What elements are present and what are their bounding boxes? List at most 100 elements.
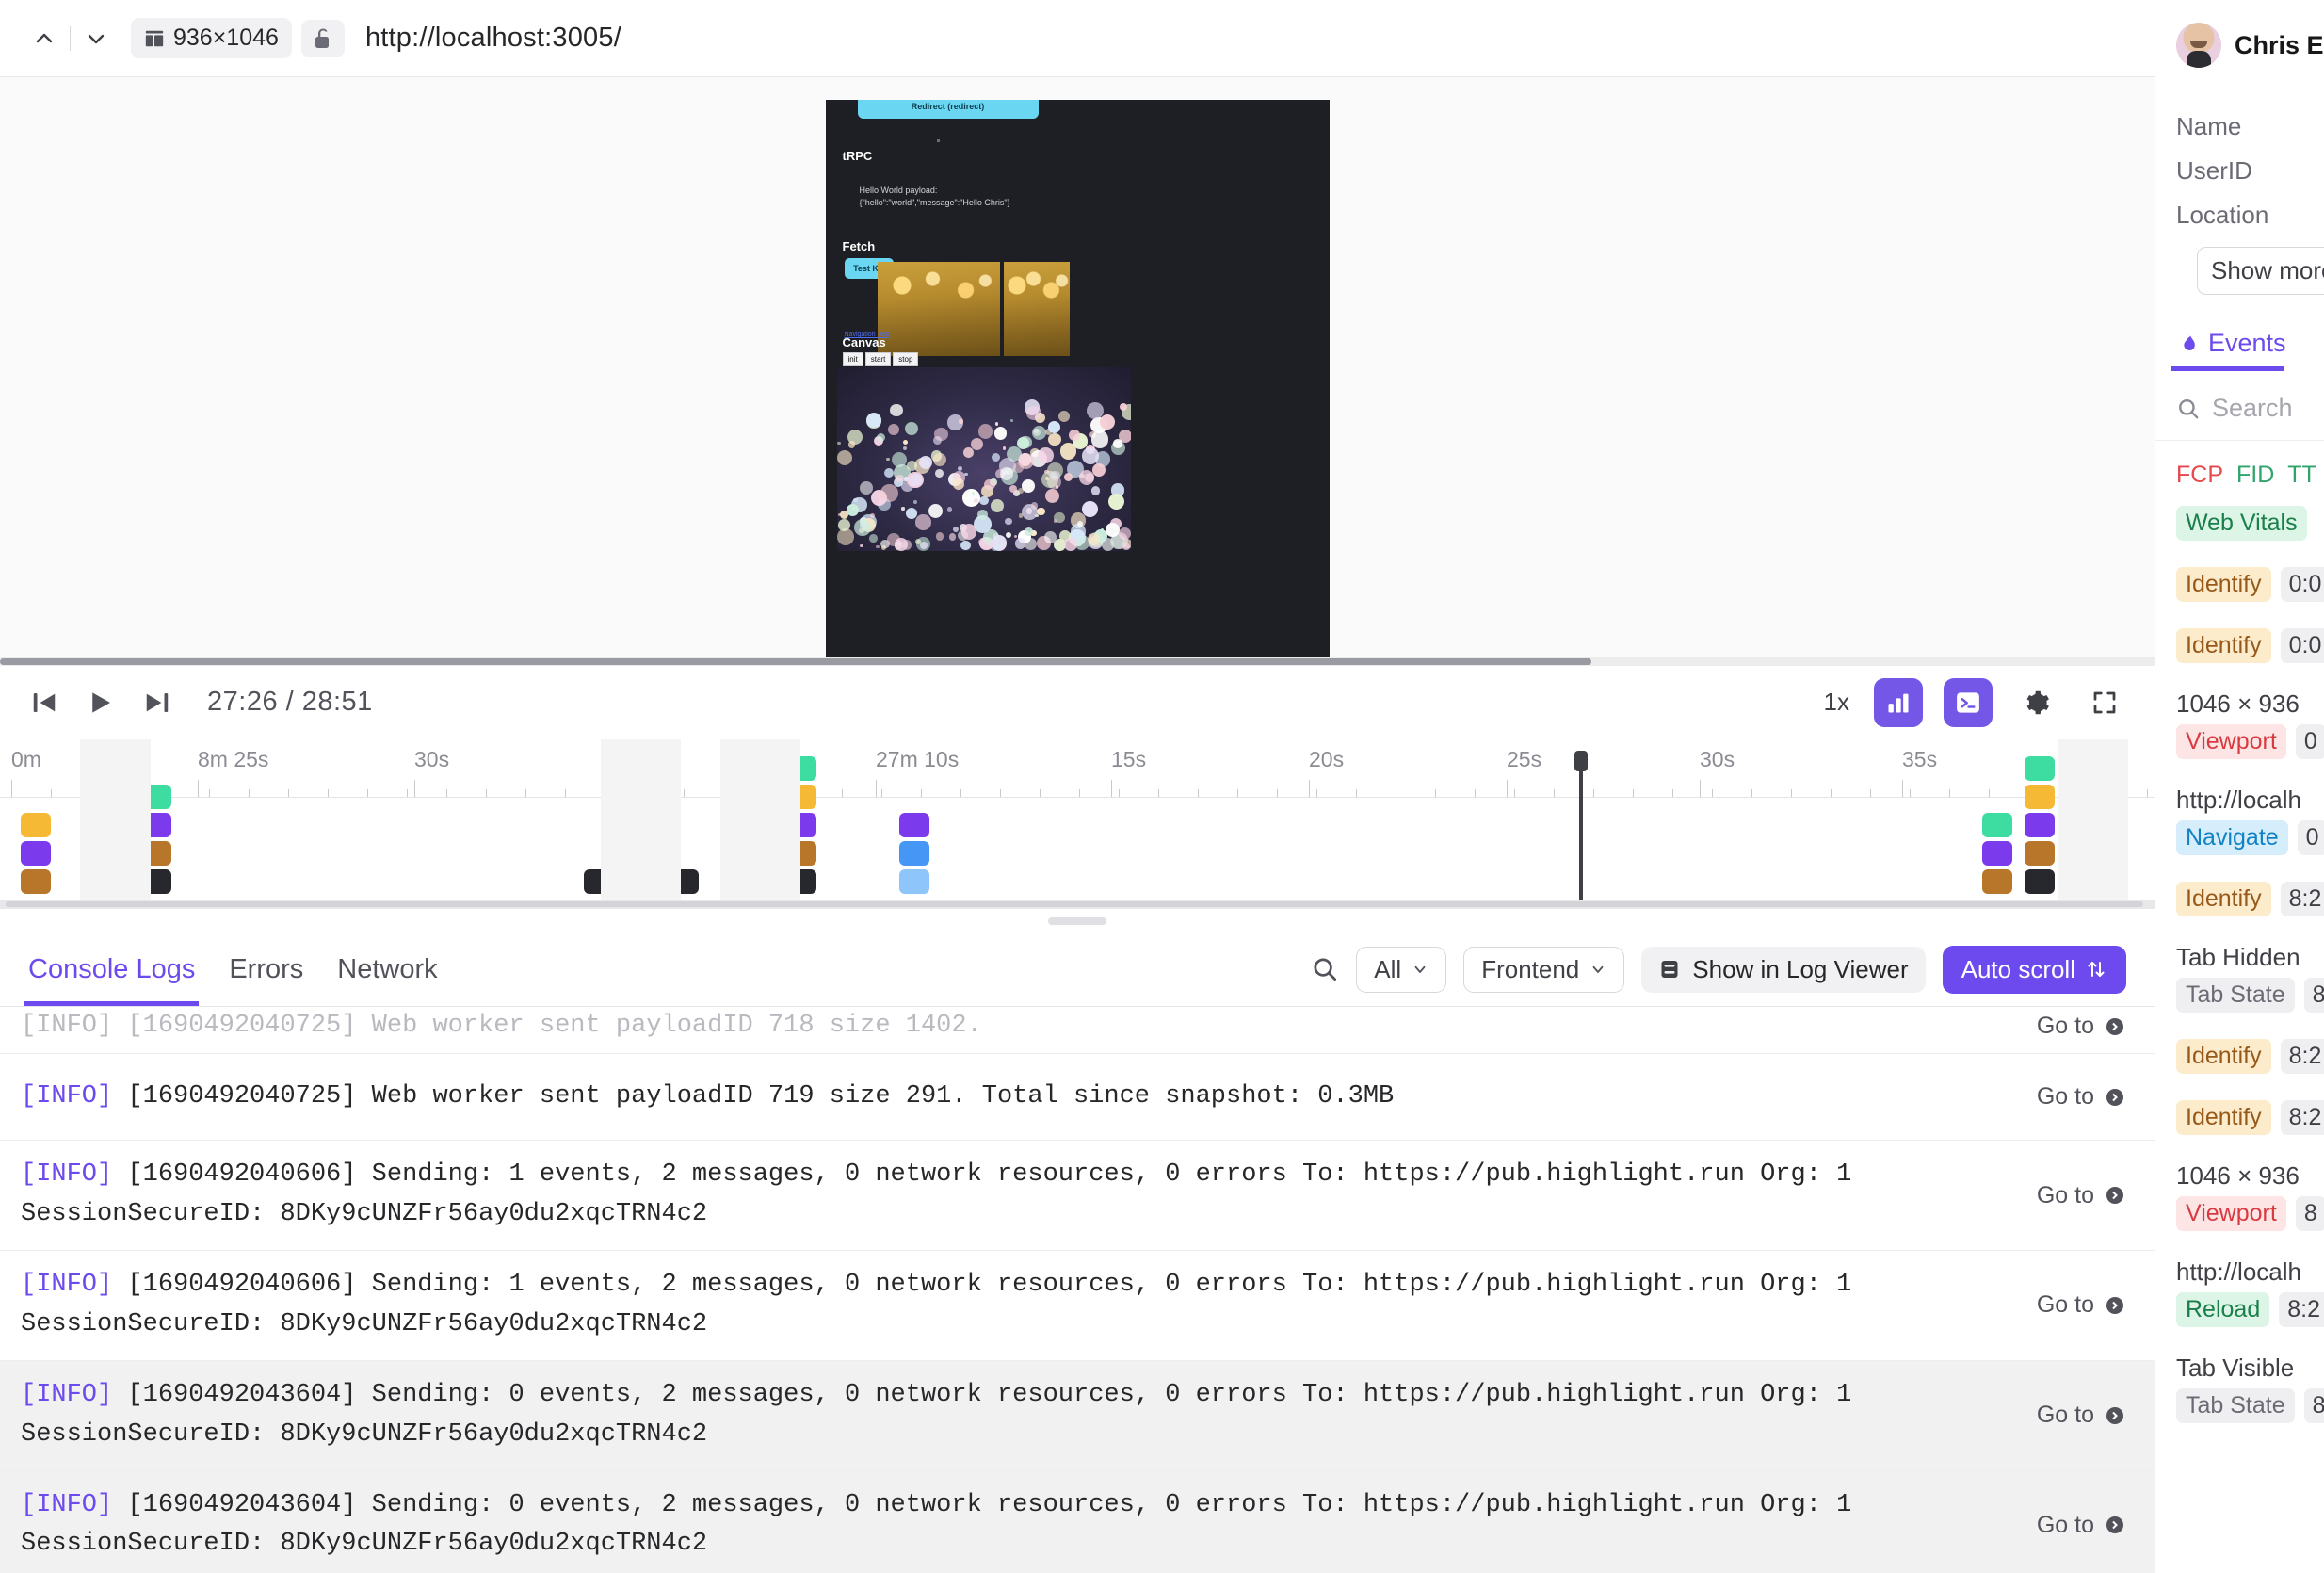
event-type-badge[interactable]: Identify: [2176, 567, 2271, 602]
timeline-event-column[interactable]: [1982, 813, 2012, 894]
url-text[interactable]: http://localhost:3005/: [365, 23, 621, 54]
skip-back-icon[interactable]: [26, 685, 62, 721]
event-type-badge[interactable]: Viewport: [2176, 1196, 2286, 1231]
event-type-badge[interactable]: Identify: [2176, 1100, 2271, 1135]
vital-fcp[interactable]: FCP: [2176, 462, 2223, 489]
session-timeline[interactable]: 0m8m 25s30s27m 10s15s20s25s30s35s: [0, 739, 2155, 900]
canvas-stop-button[interactable]: stop: [893, 352, 918, 366]
canvas-start-button[interactable]: start: [865, 352, 892, 366]
timeline-event-block[interactable]: [899, 813, 929, 837]
show-in-log-viewer-button[interactable]: Show in Log Viewer: [1641, 947, 1925, 993]
canvas-animation[interactable]: [837, 367, 1131, 551]
timeline-major-tick: [1902, 780, 1903, 797]
event-list-item[interactable]: http://localhNavigate0: [2155, 776, 2324, 872]
skip-forward-icon[interactable]: [139, 685, 175, 721]
goto-button[interactable]: Go to: [2037, 1512, 2126, 1539]
log-row[interactable]: [INFO] [1690492040725] Web worker sent p…: [0, 1054, 2155, 1141]
timeline-event-block[interactable]: [21, 841, 51, 866]
play-icon[interactable]: [83, 685, 119, 721]
timeline-event-block[interactable]: [2025, 869, 2055, 894]
event-type-badge[interactable]: Tab State: [2176, 1388, 2295, 1423]
log-level-filter[interactable]: All: [1356, 947, 1446, 993]
event-list-item[interactable]: Identify0:0: [2155, 619, 2324, 680]
event-type-badge[interactable]: Web Vitals: [2176, 506, 2307, 541]
session-viewport[interactable]: Redirect (redirect) tRPC Hello World pay…: [0, 77, 2155, 657]
goto-button[interactable]: Go to: [2037, 1083, 2126, 1111]
scrollbar-thumb[interactable]: [0, 658, 1591, 665]
events-search[interactable]: Search: [2155, 371, 2324, 441]
event-list-item[interactable]: 1046 × 936Viewport8: [2155, 1152, 2324, 1248]
timeline-event-block[interactable]: [2025, 813, 2055, 837]
event-type-badge[interactable]: Identify: [2176, 1039, 2271, 1074]
tab-console-logs[interactable]: Console Logs: [28, 933, 195, 1006]
console-log-list[interactable]: [INFO] [1690492040725] Web worker sent p…: [0, 1007, 2155, 1573]
event-type-badge[interactable]: Reload: [2176, 1292, 2269, 1327]
timeline-event-column[interactable]: [899, 813, 929, 894]
canvas-init-button[interactable]: init: [843, 352, 863, 366]
tab-events[interactable]: Events: [2176, 329, 2324, 371]
timeline-event-block[interactable]: [2025, 841, 2055, 866]
event-list-item[interactable]: Identify8:2: [2155, 1030, 2324, 1091]
goto-button[interactable]: Go to: [2037, 1013, 2126, 1040]
timeline-event-block[interactable]: [1982, 869, 2012, 894]
log-source-filter[interactable]: Frontend: [1463, 947, 1624, 993]
event-type-badge[interactable]: Viewport: [2176, 724, 2286, 759]
event-type-badge[interactable]: Navigate: [2176, 820, 2288, 855]
fullscreen-icon[interactable]: [2081, 679, 2128, 726]
log-row[interactable]: [INFO] [1690492043604] Sending: 0 events…: [0, 1361, 2155, 1471]
playback-speed[interactable]: 1x: [1824, 688, 1849, 717]
event-list-item[interactable]: Tab VisibleTab State8: [2155, 1344, 2324, 1440]
timeline-event-block[interactable]: [2025, 756, 2055, 781]
preview-horizontal-scrollbar[interactable]: [0, 657, 2155, 666]
timeline-scrollbar-thumb[interactable]: [6, 901, 2143, 907]
log-row[interactable]: [INFO] [1690492040725] Web worker sent p…: [0, 1007, 2155, 1055]
event-type-badge[interactable]: Tab State: [2176, 978, 2295, 1013]
timeline-event-block[interactable]: [899, 841, 929, 866]
search-icon[interactable]: [1311, 955, 1339, 983]
log-row[interactable]: [INFO] [1690492040606] Sending: 1 events…: [0, 1251, 2155, 1361]
vital-ttfb[interactable]: TT: [2287, 462, 2316, 489]
tab-network[interactable]: Network: [337, 933, 437, 1006]
chevron-down-icon[interactable]: [76, 19, 116, 58]
timeline-event-block[interactable]: [21, 869, 51, 894]
redirect-button[interactable]: Redirect (redirect): [858, 100, 1039, 119]
timeline-event-block[interactable]: [899, 869, 929, 894]
timeline-event-column[interactable]: [21, 813, 51, 894]
goto-button[interactable]: Go to: [2037, 1182, 2126, 1209]
timeline-event-block[interactable]: [2025, 785, 2055, 809]
timeline-event-block[interactable]: [1982, 813, 2012, 837]
bar-chart-icon[interactable]: [1874, 678, 1923, 727]
event-list-item[interactable]: Web Vitals: [2155, 496, 2324, 558]
log-row[interactable]: [INFO] [1690492040606] Sending: 1 events…: [0, 1141, 2155, 1251]
unlock-icon[interactable]: [301, 20, 345, 57]
auto-scroll-button[interactable]: Auto scroll: [1943, 946, 2126, 994]
event-type-badge[interactable]: Identify: [2176, 628, 2271, 663]
show-more-button[interactable]: Show more: [2197, 247, 2324, 295]
timeline-event-block[interactable]: [1982, 841, 2012, 866]
timeline-scrollbar[interactable]: [0, 900, 2155, 909]
timeline-events-track[interactable]: [0, 798, 2155, 898]
event-list-item[interactable]: Identify8:2: [2155, 1091, 2324, 1152]
events-list[interactable]: Web VitalsIdentify0:0Identify0:01046 × 9…: [2155, 496, 2324, 1573]
event-list-item[interactable]: 1046 × 936Viewport0: [2155, 680, 2324, 776]
timeline-event-block[interactable]: [21, 813, 51, 837]
event-list-item[interactable]: Tab HiddenTab State8: [2155, 933, 2324, 1030]
timeline-playhead[interactable]: [1579, 753, 1583, 900]
timeline-ruler[interactable]: [0, 777, 2155, 798]
gear-icon[interactable]: [2013, 679, 2060, 726]
chevron-up-icon[interactable]: [24, 19, 64, 58]
goto-button[interactable]: Go to: [2037, 1291, 2126, 1319]
tab-errors[interactable]: Errors: [229, 933, 303, 1006]
event-list-item[interactable]: Identify0:0: [2155, 558, 2324, 619]
goto-button[interactable]: Go to: [2037, 1402, 2126, 1429]
terminal-icon[interactable]: [1944, 678, 1993, 727]
viewport-dimensions-badge[interactable]: 936×1046: [131, 18, 292, 58]
event-type-badge[interactable]: Identify: [2176, 882, 2271, 916]
event-list-item[interactable]: Identify8:2: [2155, 872, 2324, 933]
event-list-item[interactable]: http://localhReload8:2: [2155, 1248, 2324, 1344]
vital-fid[interactable]: FID: [2236, 462, 2274, 489]
timeline-event-column[interactable]: [2025, 756, 2055, 894]
panel-drag-handle[interactable]: [1048, 917, 1106, 925]
log-row[interactable]: [INFO] [1690492043604] Sending: 0 events…: [0, 1471, 2155, 1573]
user-header[interactable]: Chris E: [2155, 0, 2324, 89]
